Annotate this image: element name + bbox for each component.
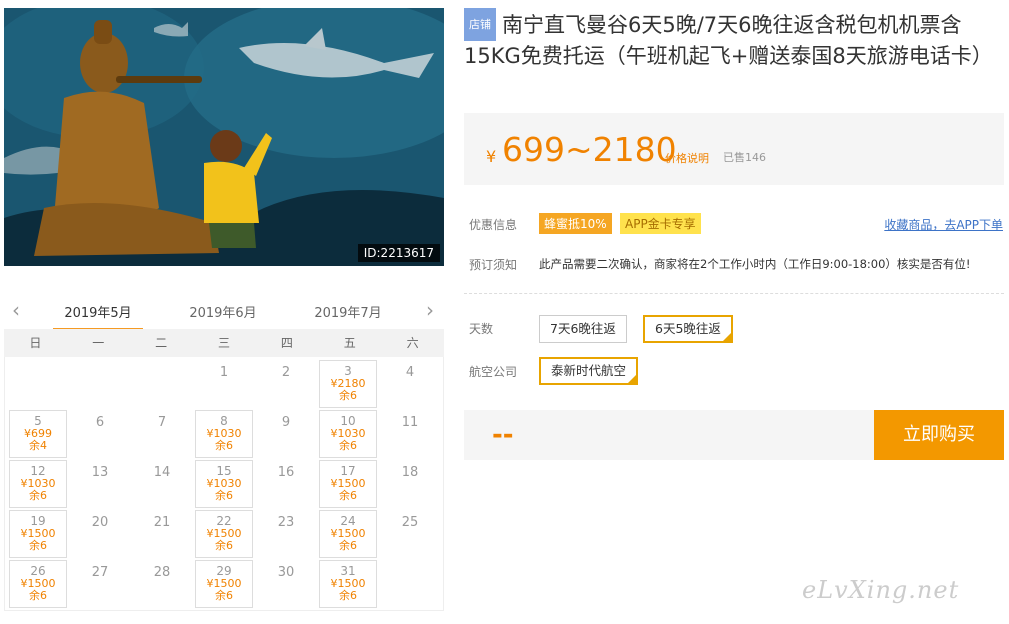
day-stock: 余6	[29, 489, 47, 502]
calendar-grid: 1 2 3 ¥2180 余6 4 5 ¥699 余4 6 7 8 ¥1030 余…	[4, 357, 444, 611]
calendar-day: 16	[277, 465, 295, 480]
calendar-day: 9	[281, 415, 291, 430]
day-stock: 余6	[215, 539, 233, 552]
calendar-day-available[interactable]: 22 ¥1500 余6	[195, 510, 253, 558]
calendar-day-available[interactable]: 5 ¥699 余4	[9, 410, 67, 458]
calendar-day-available[interactable]: 12 ¥1030 余6	[9, 460, 67, 508]
product-title: 店铺 南宁直飞曼谷6天5晚/7天6晚往返含税包机机票含15KG免费托运（午班机起飞…	[464, 8, 994, 72]
watermark: eLvXing.net	[802, 576, 960, 604]
calendar-weekday-header: 日 一 二 三 四 五 六	[4, 329, 444, 357]
weekday-thu: 四	[280, 336, 293, 350]
day-stock: 余6	[215, 589, 233, 602]
day-stock: 余6	[29, 589, 47, 602]
weekday-mon: 一	[92, 336, 105, 350]
calendar-day-available[interactable]: 26 ¥1500 余6	[9, 560, 67, 608]
calendar-day: 4	[405, 365, 415, 380]
day-stock: 余6	[215, 439, 233, 452]
sold-count: 已售146	[723, 151, 766, 164]
calendar-day: 21	[153, 515, 171, 530]
product-image: ID:2213617	[4, 8, 444, 266]
calendar-day: 13	[91, 465, 109, 480]
weekday-sun: 日	[29, 336, 42, 350]
calendar-day: 7	[157, 415, 167, 430]
calendar-day-available[interactable]: 8 ¥1030 余6	[195, 410, 253, 458]
buy-bar: -- 立即购买	[464, 410, 1004, 460]
tab-month-may[interactable]: 2019年5月	[53, 302, 143, 330]
image-id-badge: ID:2213617	[357, 244, 440, 262]
day-stock: 余6	[339, 439, 357, 452]
calendar-month-nav: ‹ 2019年5月 2019年6月 2019年7月 ›	[4, 290, 444, 330]
weekday-wed: 三	[218, 336, 231, 350]
calendar-day: 28	[153, 565, 171, 580]
calendar-day: 11	[401, 415, 419, 430]
calendar-day: 23	[277, 515, 295, 530]
price-box: ¥ 699~2180 价格说明 已售146	[464, 113, 1004, 185]
days-label: 天数	[469, 322, 494, 336]
calendar-day: 30	[277, 565, 295, 580]
shop-badge: 店铺	[464, 8, 496, 41]
calendar-day: 1	[219, 365, 229, 380]
day-stock: 余6	[29, 539, 47, 552]
price-range: 699~2180	[502, 130, 677, 169]
airline-label: 航空公司	[469, 365, 518, 379]
calendar-day: 2	[281, 365, 291, 380]
promo-label: 优惠信息	[469, 218, 518, 232]
calendar-day: 6	[95, 415, 105, 430]
calendar-day-available[interactable]: 29 ¥1500 余6	[195, 560, 253, 608]
prev-month-icon[interactable]: ‹	[8, 298, 24, 322]
day-stock: 余6	[339, 539, 357, 552]
days-option-7d6n[interactable]: 7天6晚往返	[539, 315, 627, 343]
days-option-6d5n[interactable]: 6天5晚往返	[643, 315, 733, 343]
calendar-day: 20	[91, 515, 109, 530]
calendar-day: 27	[91, 565, 109, 580]
buy-now-button[interactable]: 立即购买	[874, 410, 1004, 460]
calendar-day-available[interactable]: 31 ¥1500 余6	[319, 560, 377, 608]
next-month-icon[interactable]: ›	[422, 298, 438, 322]
calendar-day-available[interactable]: 24 ¥1500 余6	[319, 510, 377, 558]
day-stock: 余6	[215, 489, 233, 502]
calendar-day-available[interactable]: 3 ¥2180 余6	[319, 360, 377, 408]
booking-notice-text: 此产品需要二次确认，商家将在2个工作小时内（工作日9:00-18:00）核实是否…	[539, 257, 971, 271]
weekday-fri: 五	[343, 336, 356, 350]
tab-month-july[interactable]: 2019年7月	[303, 302, 393, 321]
day-stock: 余6	[339, 389, 357, 402]
promo-tag-app-gold: APP金卡专享	[620, 213, 701, 234]
calendar-day: 18	[401, 465, 419, 480]
currency-symbol: ¥	[486, 147, 497, 166]
airline-option[interactable]: 泰新时代航空	[539, 357, 639, 385]
day-stock: 余6	[339, 589, 357, 602]
price-note-link[interactable]: 价格说明	[665, 150, 709, 166]
favorite-app-link[interactable]: 收藏商品，去APP下单	[884, 216, 1003, 233]
section-divider	[464, 293, 1004, 294]
calendar-day: 14	[153, 465, 171, 480]
weekday-tue: 二	[155, 336, 168, 350]
booking-notice-label: 预订须知	[469, 258, 518, 272]
product-title-block: 店铺 南宁直飞曼谷6天5晚/7天6晚往返含税包机机票含15KG免费托运（午班机起飞…	[464, 8, 994, 72]
calendar-day-available[interactable]: 10 ¥1030 余6	[319, 410, 377, 458]
calendar-day-available[interactable]: 15 ¥1030 余6	[195, 460, 253, 508]
day-stock: 余6	[339, 489, 357, 502]
weekday-sat: 六	[406, 336, 419, 350]
aquarium-illustration	[4, 8, 444, 266]
calendar-day: 25	[401, 515, 419, 530]
promo-tag-honey: 蜂蜜抵10%	[539, 213, 612, 234]
calendar-day-available[interactable]: 19 ¥1500 余6	[9, 510, 67, 558]
day-stock: 余4	[29, 439, 47, 452]
total-price: --	[492, 420, 514, 450]
calendar-day-available[interactable]: 17 ¥1500 余6	[319, 460, 377, 508]
tab-month-june[interactable]: 2019年6月	[178, 302, 268, 321]
